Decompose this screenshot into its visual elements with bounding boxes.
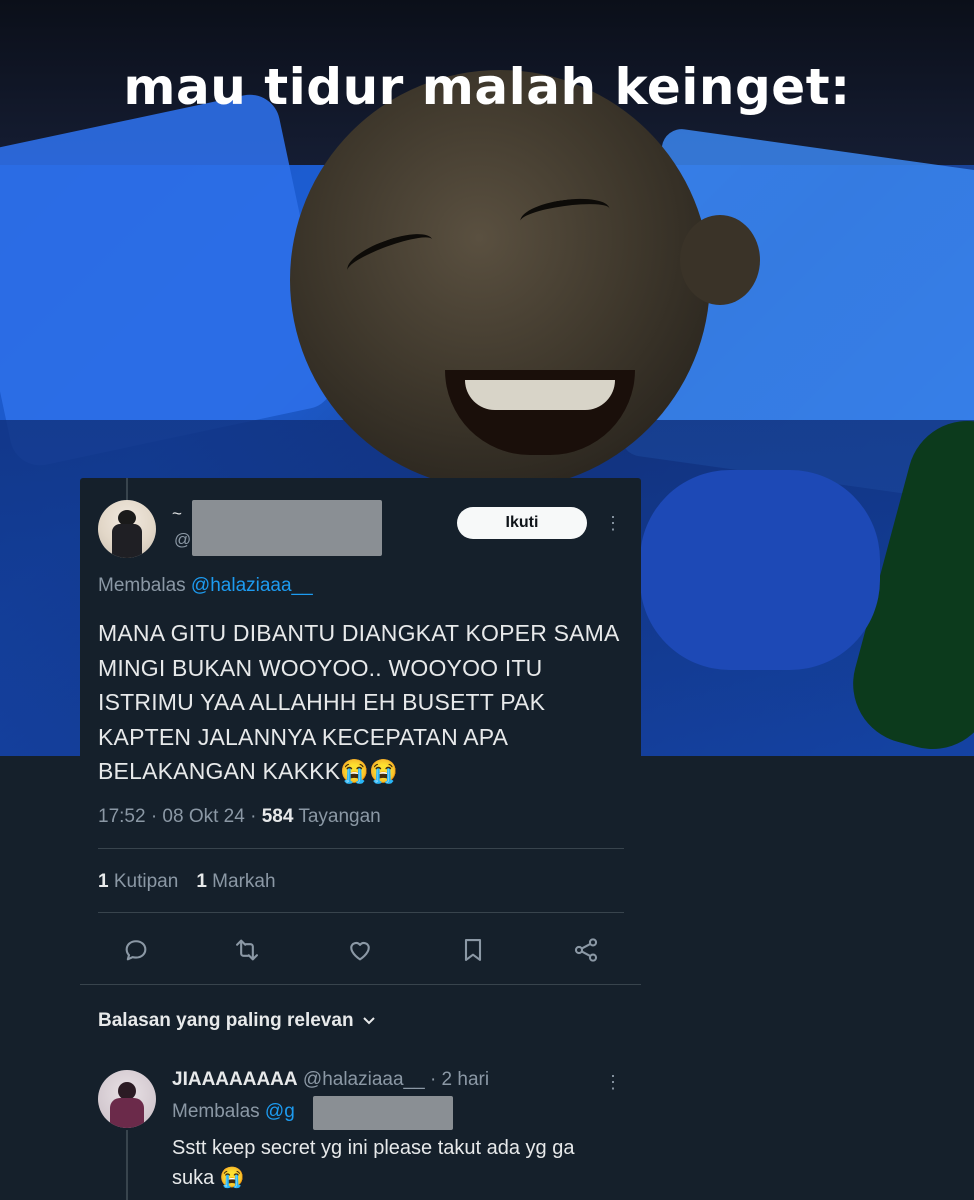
reply-author-name[interactable]: JIAAAAAAAA bbox=[172, 1069, 298, 1090]
bookmark-icon[interactable] bbox=[459, 936, 487, 964]
reply-avatar[interactable] bbox=[98, 1070, 156, 1128]
reply-avatar-body bbox=[110, 1098, 144, 1128]
avatar[interactable] bbox=[98, 500, 156, 558]
divider bbox=[98, 848, 624, 849]
reply-text: Sstt keep secret yg ini please takut ada… bbox=[172, 1137, 575, 1189]
more-vertical-icon[interactable]: ⋮ bbox=[604, 1072, 622, 1094]
meme-character-hand bbox=[640, 470, 880, 670]
reply-replying-to-prefix: Membalas bbox=[172, 1101, 265, 1122]
retweet-icon[interactable] bbox=[233, 936, 261, 964]
tweet-time[interactable]: 17:52 · 08 Okt 24 · bbox=[98, 806, 262, 827]
more-vertical-icon[interactable]: ⋮ bbox=[604, 512, 622, 534]
replying-to-handle-link[interactable]: @halaziaaa__ bbox=[191, 575, 313, 596]
tweet-text: MANA GITU DIBANTU DIANGKAT KOPER SAMA MI… bbox=[98, 620, 619, 784]
share-icon[interactable] bbox=[572, 936, 600, 964]
redaction-block bbox=[313, 1096, 453, 1130]
reply-author-handle[interactable]: @halaziaaa__ bbox=[298, 1069, 425, 1090]
section-divider bbox=[80, 984, 641, 985]
quotes-link[interactable]: 1 Kutipan bbox=[98, 871, 178, 892]
reply-thread-line bbox=[126, 1130, 128, 1200]
reply-replying-to-handle-start[interactable]: @g bbox=[265, 1101, 295, 1122]
meme-character-ear bbox=[680, 215, 760, 305]
redaction-block bbox=[192, 500, 382, 556]
replying-to-prefix: Membalas bbox=[98, 575, 191, 596]
reply-time[interactable]: · 2 hari bbox=[425, 1069, 489, 1090]
divider bbox=[98, 912, 624, 913]
meme-character-teeth bbox=[465, 380, 615, 410]
bookmarks-link[interactable]: 1 Markah bbox=[196, 871, 275, 892]
thread-line bbox=[126, 478, 128, 500]
quotes-count: 1 bbox=[98, 871, 109, 892]
replying-to: Membalas @halaziaaa__ bbox=[98, 575, 313, 597]
tweet-actions bbox=[98, 928, 624, 972]
avatar-body bbox=[112, 524, 142, 558]
quotes-label: Kutipan bbox=[108, 871, 179, 892]
chevron-down-icon bbox=[362, 1010, 376, 1032]
bookmarks-count: 1 bbox=[196, 871, 207, 892]
follow-button[interactable]: Ikuti bbox=[457, 507, 587, 539]
tweet-card: ~ @ Ikuti ⋮ Membalas @halaziaaa__ MANA G… bbox=[80, 478, 641, 1200]
views-label: Tayangan bbox=[293, 806, 381, 827]
reply-icon[interactable] bbox=[122, 936, 150, 964]
views-count: 584 bbox=[261, 806, 294, 827]
replies-sort-dropdown[interactable]: Balasan yang paling relevan bbox=[98, 1010, 376, 1032]
tweet-stats: 1 Kutipan 1 Markah bbox=[98, 871, 276, 893]
replies-sort-label: Balasan yang paling relevan bbox=[98, 1010, 354, 1031]
reply-header: JIAAAAAAAA @halaziaaa__ · 2 hari bbox=[172, 1069, 489, 1091]
tweet-meta: 17:52 · 08 Okt 24 · 584 Tayangan bbox=[98, 806, 381, 828]
meme-caption: mau tidur malah keinget: bbox=[123, 58, 851, 116]
bookmarks-label: Markah bbox=[206, 871, 276, 892]
author-name[interactable]: ~ bbox=[172, 504, 182, 524]
author-handle[interactable]: @ bbox=[174, 530, 191, 550]
like-icon[interactable] bbox=[346, 936, 374, 964]
